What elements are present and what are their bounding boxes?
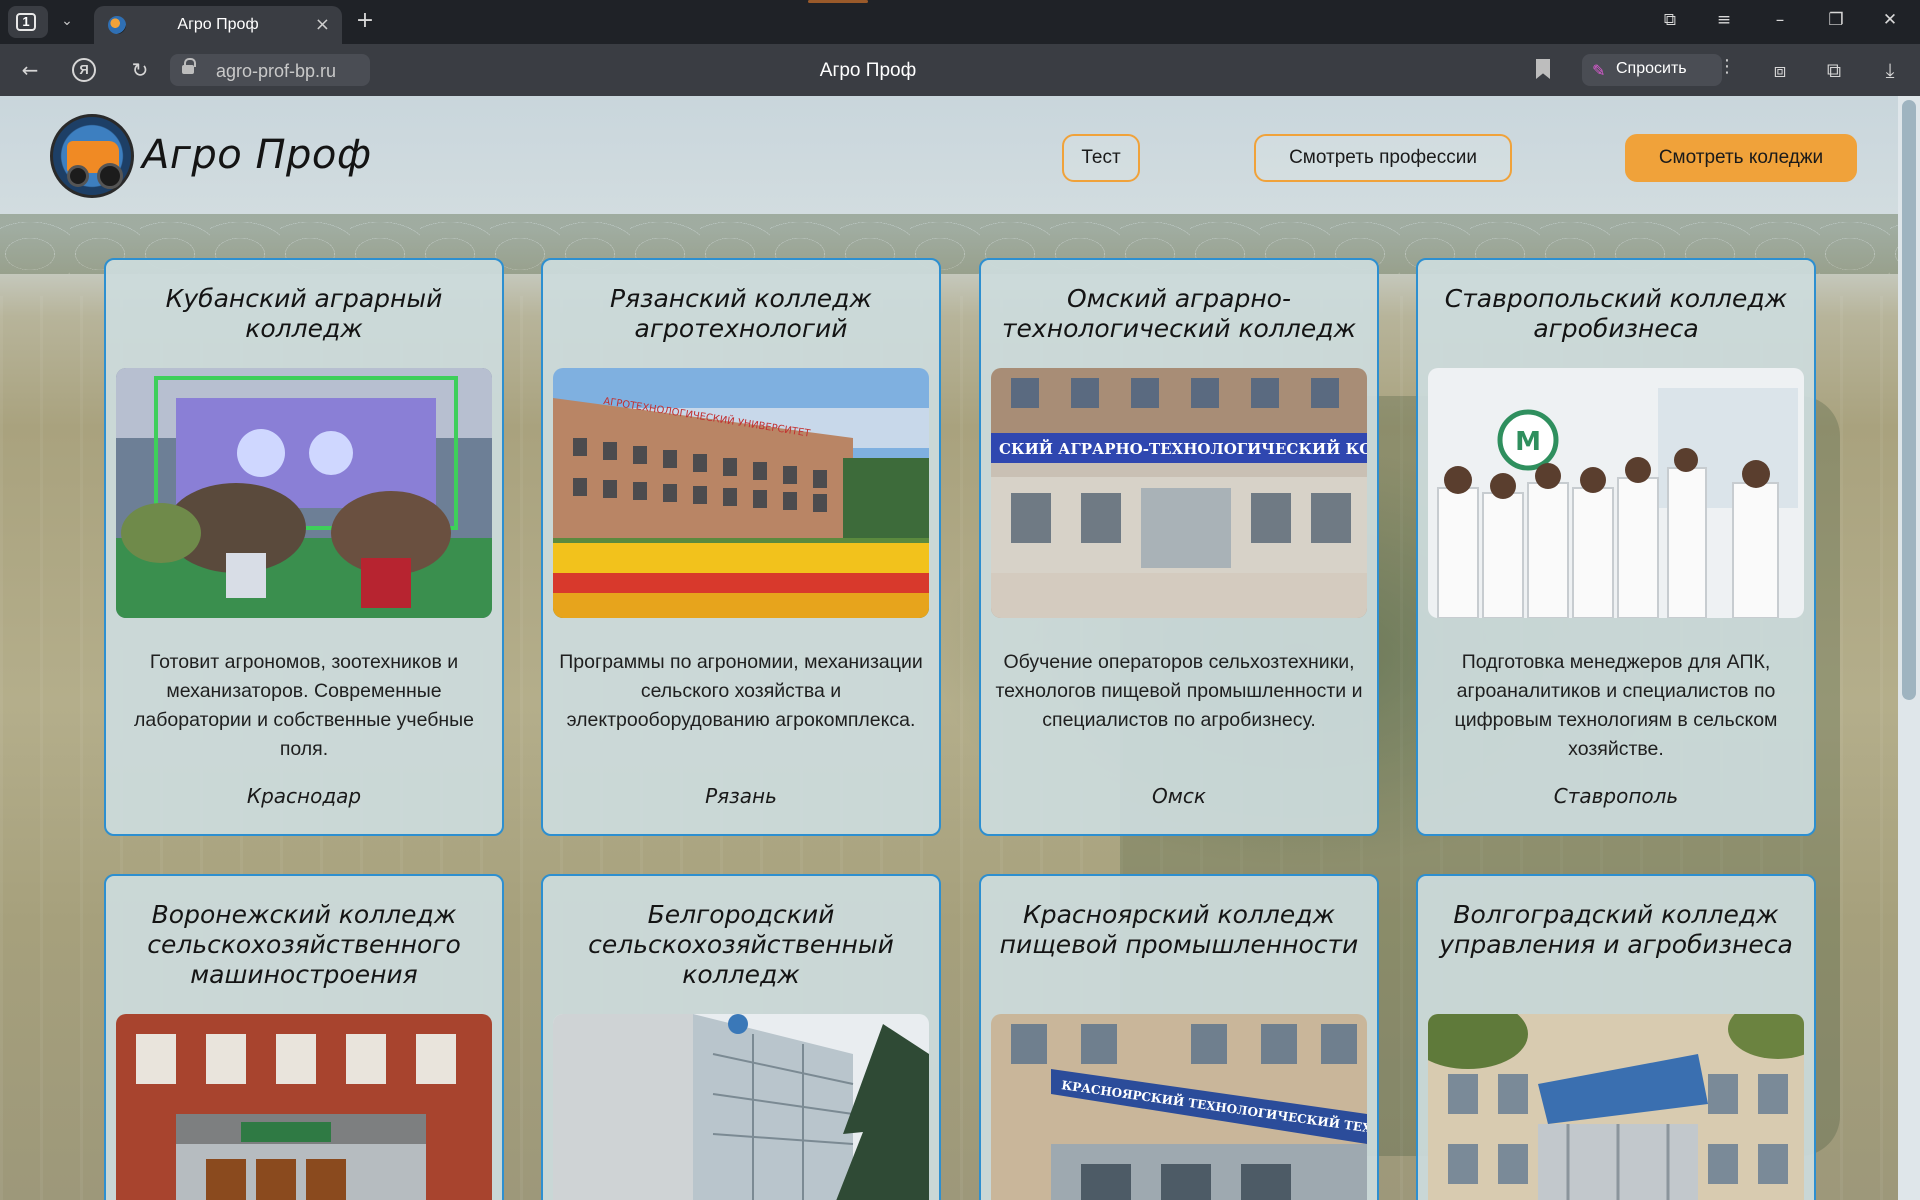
college-photo xyxy=(116,368,492,618)
page-viewport: Агро Проф Тест Смотреть профессии Смотре… xyxy=(0,96,1898,1200)
college-title: Кубанский аграрный колледж xyxy=(165,284,443,343)
college-card[interactable]: Красноярский колледж пищевой промышленно… xyxy=(979,874,1379,1200)
scrollbar-thumb[interactable] xyxy=(1902,100,1916,700)
browser-tab[interactable]: Агро Проф × xyxy=(94,6,342,44)
ask-ai-button[interactable]: ✎ Спросить xyxy=(1582,54,1722,86)
college-card[interactable]: Воронежский колледж сельскохозяйственног… xyxy=(104,874,504,1200)
college-city: Рязань xyxy=(705,784,777,808)
site-brand[interactable]: Агро Проф xyxy=(142,132,372,178)
new-tab-button[interactable]: + xyxy=(352,9,378,35)
ai-sparkle-icon: ✎ xyxy=(1592,61,1606,80)
bookmark-icon[interactable] xyxy=(1536,59,1550,79)
tab-title: Агро Проф xyxy=(177,16,259,33)
tab-counter-button[interactable]: 1 xyxy=(8,6,48,38)
college-title: Воронежский колледж сельскохозяйственног… xyxy=(147,900,461,989)
tab-count: 1 xyxy=(16,13,36,31)
ask-ai-label: Спросить xyxy=(1616,60,1687,77)
college-photo xyxy=(116,1014,492,1200)
view-colleges-button[interactable]: Смотреть коледжи xyxy=(1625,134,1857,182)
bookmarks-panel-icon[interactable]: ⧉ xyxy=(1656,10,1684,30)
college-description: Готовит агрономов, зоотехников и механиз… xyxy=(134,651,474,760)
lock-icon xyxy=(182,58,196,75)
college-card[interactable]: Волгоградский колледж управления и агроб… xyxy=(1416,874,1816,1200)
window-close-icon[interactable]: ✕ xyxy=(1876,10,1904,30)
wheel-icon xyxy=(97,163,123,189)
college-title: Белгородский сельскохозяйственный коллед… xyxy=(588,900,894,989)
site-logo-icon[interactable] xyxy=(50,114,134,198)
college-description: Программы по агрономии, механизации сель… xyxy=(559,651,923,731)
college-city: Омск xyxy=(1152,784,1206,808)
college-card[interactable]: Омский аграрно-технологический колледж С… xyxy=(979,258,1379,836)
college-photo xyxy=(1428,1014,1804,1200)
college-title: Рязанский колледж агротехнологий xyxy=(610,284,872,343)
college-photo: М xyxy=(1428,368,1804,618)
college-card[interactable]: Белгородский сельскохозяйственный коллед… xyxy=(541,874,941,1200)
address-url: agro-prof-bp.ru xyxy=(216,61,337,81)
page-title: Агро Проф xyxy=(819,60,917,81)
college-card[interactable]: Кубанский аграрный колледж Готовит агрон… xyxy=(104,258,504,836)
browser-tabstrip: 1 ⌄ Агро Проф × + ⧉ ≡ – ❐ ✕ xyxy=(0,0,1920,44)
yandex-icon[interactable]: Я xyxy=(72,58,96,82)
loading-indicator xyxy=(808,0,868,3)
chevron-down-icon[interactable]: ⌄ xyxy=(56,10,78,32)
college-title: Красноярский колледж пищевой промышленно… xyxy=(999,900,1359,959)
reload-icon[interactable]: ↻ xyxy=(126,58,154,82)
wheel-icon xyxy=(67,165,89,187)
minimize-icon[interactable]: – xyxy=(1766,10,1794,30)
college-title: Ставропольский колледж агробизнеса xyxy=(1444,284,1788,343)
extensions-icon[interactable]: ⧈ xyxy=(1766,58,1794,82)
college-city: Краснодар xyxy=(246,784,362,808)
college-photo xyxy=(553,1014,929,1200)
college-description: Обучение операторов сельхозтехники, техн… xyxy=(995,651,1363,731)
collections-icon[interactable]: ⧉ xyxy=(1820,58,1848,82)
college-title: Волгоградский колледж управления и агроб… xyxy=(1439,900,1793,959)
more-vertical-icon[interactable]: ⋮ xyxy=(1718,56,1736,77)
college-city: Ставрополь xyxy=(1553,784,1679,808)
address-bar[interactable]: agro-prof-bp.ru xyxy=(170,54,370,86)
restore-icon[interactable]: ❐ xyxy=(1822,10,1850,30)
college-photo: КРАСНОЯРСКИЙ ТЕХНОЛОГИЧЕСКИЙ ТЕХНИКУМ ПИ… xyxy=(991,1014,1367,1200)
college-description: Подготовка менеджеров для АПК, агроанали… xyxy=(1454,651,1778,760)
logo-letter: М xyxy=(1515,427,1541,457)
close-icon[interactable]: × xyxy=(315,14,330,35)
college-card[interactable]: Ставропольский колледж агробизнеса М Под… xyxy=(1416,258,1816,836)
view-professions-button[interactable]: Смотреть профессии xyxy=(1254,134,1512,182)
back-arrow-icon[interactable]: ← xyxy=(16,58,44,82)
menu-icon[interactable]: ≡ xyxy=(1710,10,1738,30)
download-icon[interactable]: ⤓ xyxy=(1876,58,1904,82)
college-card[interactable]: Рязанский колледж агротехнологий АГРОТЕХ… xyxy=(541,258,941,836)
college-photo: СКИЙ АГРАРНО-ТЕХНОЛОГИЧЕСКИЙ КОЛЛЕДЖ xyxy=(991,368,1367,618)
browser-toolbar: ← Я ↻ agro-prof-bp.ru Агро Проф ✎ Спроси… xyxy=(0,44,1920,96)
sign-text: СКИЙ АГРАРНО-ТЕХНОЛОГИЧЕСКИЙ КОЛЛЕДЖ xyxy=(999,439,1367,458)
college-photo: АГРОТЕХНОЛОГИЧЕСКИЙ УНИВЕРСИТЕТ xyxy=(553,368,929,618)
test-button[interactable]: Тест xyxy=(1062,134,1140,182)
college-title: Омский аграрно-технологический колледж xyxy=(1001,284,1357,343)
